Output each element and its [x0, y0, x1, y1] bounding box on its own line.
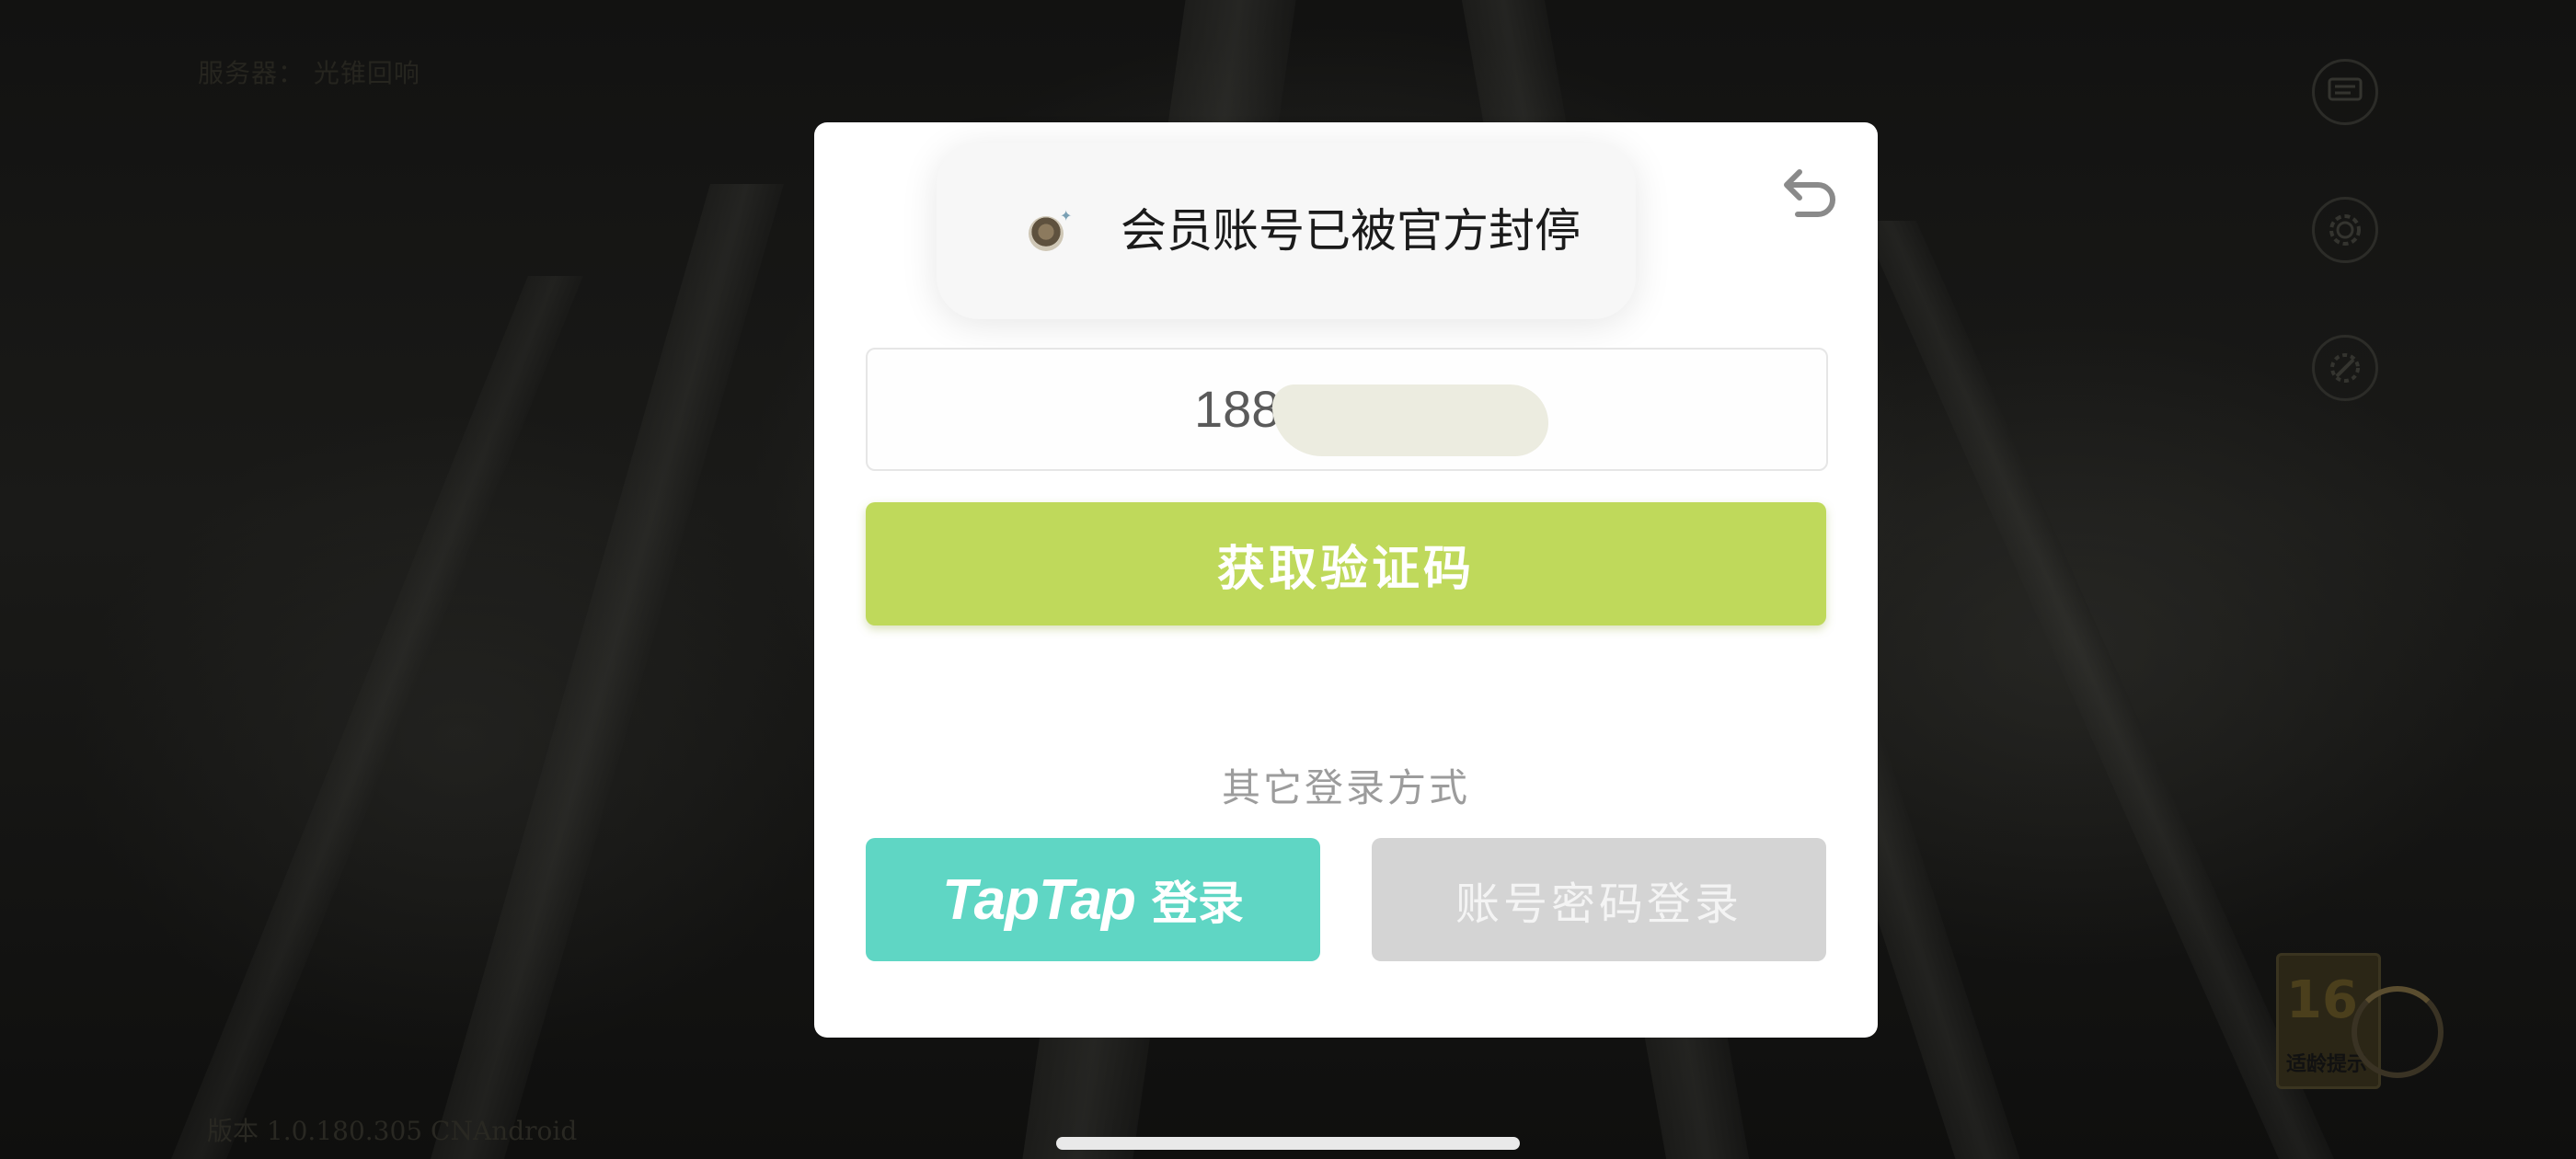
- taptap-logo: TapTap: [942, 867, 1136, 932]
- undo-arrow-icon: [1784, 169, 1835, 217]
- server-label[interactable]: 服务器： 光锥回响: [198, 53, 420, 90]
- phone-number-value: 188: [1194, 380, 1281, 438]
- password-login-button[interactable]: 账号密码登录: [1372, 838, 1826, 961]
- settings-gear-icon[interactable]: [2312, 197, 2378, 263]
- other-login-methods-label: 其它登录方式: [1221, 765, 1470, 810]
- toast-message: 会员账号已被官方封停: [1121, 204, 1581, 258]
- get-verification-code-button[interactable]: 获取验证码: [866, 502, 1826, 625]
- phone-number-input[interactable]: 188: [866, 348, 1828, 471]
- sparkle-icon: ✦: [1060, 207, 1073, 224]
- age-rating-label: 适龄提示: [2286, 1053, 2368, 1076]
- tools-icon[interactable]: [2312, 335, 2378, 401]
- avatar-icon: [1029, 216, 1064, 251]
- background-tower: [431, 184, 784, 1159]
- loading-ring-icon: [2352, 986, 2444, 1078]
- announcement-icon[interactable]: [2312, 59, 2378, 125]
- toast-notification: ✦ 会员账号已被官方封停: [937, 143, 1636, 319]
- taptap-login-button[interactable]: TapTap 登录: [866, 838, 1320, 961]
- back-button[interactable]: [1776, 157, 1840, 222]
- home-indicator[interactable]: [1056, 1137, 1520, 1150]
- login-modal: ✦ 会员账号已被官方封停 188 获取验证码 其它登录方式 TapTap 登录 …: [814, 122, 1878, 1038]
- taptap-login-label: 登录: [1151, 878, 1244, 929]
- redaction-mask: [1272, 384, 1548, 456]
- age-rating-number: 16: [2286, 970, 2358, 1030]
- version-label: 版本 1.0.180.305 CNAndroid: [207, 1116, 578, 1146]
